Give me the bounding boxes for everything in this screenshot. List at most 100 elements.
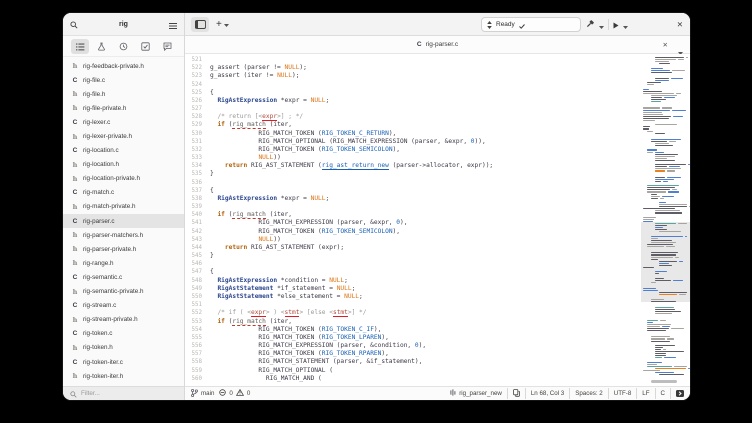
diagnostics-indicator[interactable]: 0 0 [219, 389, 250, 398]
terminal-toggle[interactable] [676, 390, 684, 397]
file-item[interactable]: hrig-location.h [63, 158, 184, 172]
search-button[interactable] [70, 17, 78, 32]
file-item[interactable]: Crig-stream.c [63, 299, 184, 313]
file-item[interactable]: hrig-match-private.h [63, 200, 184, 214]
code-line[interactable]: if (rig_match (iter, [210, 121, 641, 129]
file-item[interactable]: hrig-feedback-private.h [63, 59, 184, 73]
code-line[interactable]: g_assert (parser != NULL); [210, 64, 641, 72]
language-setting[interactable]: C [661, 390, 665, 397]
code-line[interactable]: g_assert (iter != NULL); [210, 72, 641, 80]
code-line[interactable]: if (rig_match (iter, [210, 318, 641, 326]
tab-todo[interactable] [136, 39, 154, 54]
file-item[interactable]: hrig-range.h [63, 256, 184, 270]
file-item[interactable]: hrig-location-private.h [63, 172, 184, 186]
file-item[interactable]: Crig-match.c [63, 186, 184, 200]
code-line[interactable]: RigAstStatement *else_statement = NULL; [210, 293, 641, 301]
code-view[interactable]: g_assert (parser != NULL);g_assert (iter… [206, 54, 641, 386]
file-item[interactable]: Crig-token-iter.c [63, 355, 184, 369]
filter-input[interactable]: Filter... [63, 386, 184, 400]
toggle-sidebar-button[interactable] [191, 17, 209, 32]
file-item[interactable]: hrig-lexer-private.h [63, 129, 184, 143]
tab-comments[interactable] [158, 39, 176, 54]
new-document-button[interactable]: + [216, 17, 229, 32]
code-line[interactable]: } [210, 252, 641, 260]
code-line[interactable]: RIG_MATCH_TOKEN (RIG_TOKEN_SEMICOLON), [210, 228, 641, 236]
run-options-caret[interactable] [623, 17, 628, 32]
code-editor[interactable]: 5215225235245255265275285295305315325335… [185, 54, 690, 386]
code-line[interactable]: return RIG_AST_STATEMENT (rig_ast_return… [210, 162, 641, 170]
build-options-caret[interactable] [599, 17, 604, 32]
file-item[interactable]: hrig-semantic-private.h [63, 285, 184, 299]
file-item[interactable]: Crig-location.c [63, 144, 184, 158]
filter-placeholder: Filter... [81, 390, 100, 397]
code-line[interactable] [210, 260, 641, 268]
code-line[interactable]: RIG_MATCH_TOKEN (RIG_TOKEN_C_RETURN), [210, 130, 641, 138]
code-line[interactable]: RIG_MATCH_OPTIONAL (RIG_MATCH_EXPRESSION… [210, 138, 641, 146]
code-line[interactable]: RIG_MATCH_TOKEN (RIG_TOKEN_RPAREN), [210, 350, 641, 358]
code-line[interactable]: RIG_MATCH_TOKEN (RIG_TOKEN_C_IF), [210, 326, 641, 334]
code-line[interactable]: RIG_MATCH_AND ( [210, 375, 641, 383]
tab-open-file[interactable]: rig-parser.c [426, 41, 459, 48]
file-item[interactable]: Crig-file.c [63, 73, 184, 87]
file-item[interactable]: Crig-parser.c [63, 214, 184, 228]
current-symbol[interactable]: rig_parser_new [450, 389, 502, 398]
file-item[interactable]: hrig-parser-private.h [63, 242, 184, 256]
code-line[interactable]: RIG_MATCH_OPTIONAL ( [210, 367, 641, 375]
line-number: 547 [185, 268, 202, 276]
branch-indicator[interactable]: main [191, 389, 214, 399]
tab-history[interactable] [115, 39, 133, 54]
code-line[interactable] [210, 179, 641, 187]
tab-close-button[interactable]: ✕ [663, 41, 668, 49]
error-count: 0 [229, 390, 232, 397]
encoding-setting[interactable]: UTF-8 [614, 390, 632, 397]
code-line[interactable]: NULL)) [210, 154, 641, 162]
code-line[interactable]: NULL)) [210, 236, 641, 244]
code-line[interactable]: /* if ( <expr> ) <stmt> [else <stmt>] */ [210, 309, 641, 317]
file-item[interactable]: Crig-semantic.c [63, 270, 184, 284]
code-line[interactable]: { [210, 89, 641, 97]
code-line[interactable]: RIG_MATCH_EXPRESSION (parser, &expr, 0), [210, 219, 641, 227]
cursor-position[interactable]: Ln 68, Col 3 [531, 390, 564, 397]
code-line[interactable] [210, 81, 641, 89]
build-button[interactable] [585, 17, 595, 32]
file-item[interactable]: Crig-lexer.c [63, 115, 184, 129]
code-line[interactable]: if (rig_match (iter, [210, 211, 641, 219]
code-line[interactable]: RigAstStatement *if_statement = NULL; [210, 285, 641, 293]
code-line[interactable]: RIG_MATCH_TOKEN (RIG_TOKEN_LPAREN), [210, 334, 641, 342]
file-item[interactable]: Crig-token.c [63, 327, 184, 341]
file-item[interactable]: hrig-token-iter.h [63, 369, 184, 383]
code-line[interactable] [210, 301, 641, 309]
minimap[interactable] [641, 54, 690, 386]
omnibar[interactable]: Ready [481, 17, 581, 32]
file-name: rig-feedback-private.h [83, 63, 144, 70]
file-item[interactable]: hrig-file.h [63, 87, 184, 101]
tab-tests[interactable] [93, 39, 111, 54]
copy-button[interactable] [513, 389, 520, 399]
code-line[interactable]: RigAstExpression *expr = NULL; [210, 97, 641, 105]
code-line[interactable]: RIG_MATCH_STATEMENT (parser, &if_stateme… [210, 358, 641, 366]
minimap-line [655, 170, 665, 171]
file-item[interactable]: hrig-file-private.h [63, 101, 184, 115]
code-line[interactable] [210, 56, 641, 64]
run-button[interactable] [613, 17, 619, 32]
horizontal-scrollbar[interactable] [651, 380, 677, 383]
window-close-button[interactable]: ✕ [677, 17, 683, 32]
eol-setting[interactable]: LF [642, 390, 649, 397]
code-line[interactable] [210, 105, 641, 113]
code-line[interactable]: RIG_MATCH_EXPRESSION (parser, &condition… [210, 342, 641, 350]
menu-button[interactable] [169, 17, 177, 32]
code-line[interactable]: RigAstExpression *expr = NULL; [210, 195, 641, 203]
file-type-icon: C [72, 330, 78, 337]
tab-project-tree[interactable] [71, 39, 89, 54]
indentation-setting[interactable]: Spaces: 2 [575, 390, 603, 397]
file-item[interactable]: hrig-stream-private.h [63, 313, 184, 327]
code-line[interactable]: } [210, 170, 641, 178]
code-line[interactable]: { [210, 268, 641, 276]
file-item[interactable]: hrig-parser-matchers.h [63, 228, 184, 242]
code-line[interactable]: { [210, 187, 641, 195]
code-line[interactable]: RIG_MATCH_TOKEN (RIG_TOKEN_SEMICOLON), [210, 146, 641, 154]
code-line[interactable]: RigAstExpression *condition = NULL; [210, 277, 641, 285]
filter-search-icon [70, 385, 77, 401]
code-line[interactable]: return RIG_AST_STATEMENT (expr); [210, 244, 641, 252]
file-item[interactable]: hrig-token.h [63, 341, 184, 355]
